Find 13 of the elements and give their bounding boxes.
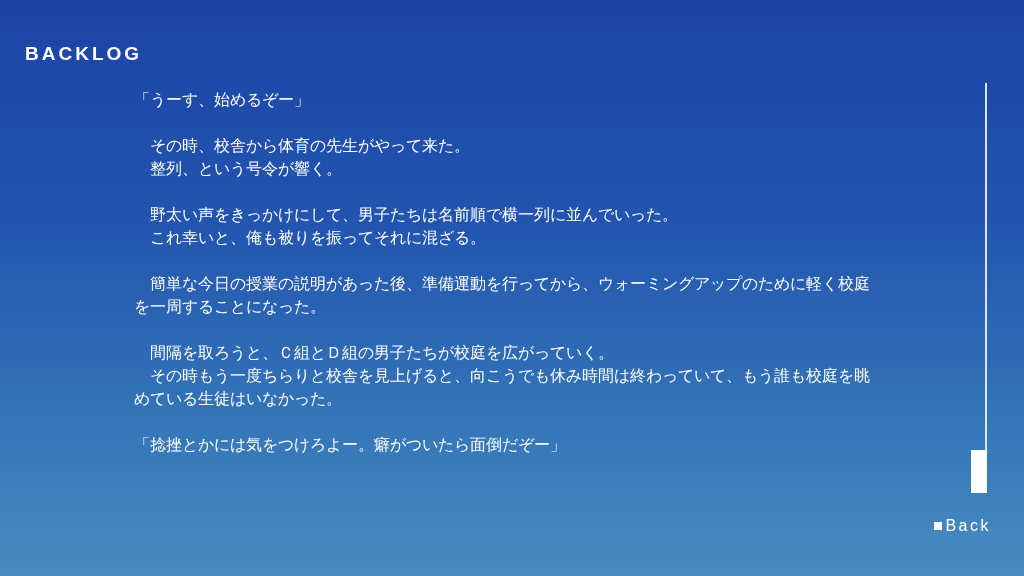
backlog-text: 間隔を取ろうと、Ｃ組とＤ組の男子たちが校庭を広がっていく。 [149,342,615,364]
backlog-text: これ幸いと、俺も被りを振ってそれに混ざる。 [149,227,487,249]
backlog-text: 野太い声をきっかけにして、男子たちは名前順で横一列に並んでいった。 [149,204,679,226]
backlog-text: その時もう一度ちらりと校舎を見上げると、向こうでも休み時間は終わっていて、もう誰も校庭を眺めている生徒はいなかった。 [134,365,871,410]
backlog-text: 整列、という号令が響く。 [149,158,343,180]
backlog-text: 「うーす、始めるぞー」 [134,89,311,111]
backlog-text: その時、校舎から体育の先生がやって来た。 [149,135,471,157]
square-icon [934,522,943,530]
backlog-text: 簡単な今日の授業の説明があった後、準備運動を行ってから、ウォーミングアップのために軽く校庭を一周することになった。 [134,273,871,318]
back-button[interactable]: Back [934,515,991,537]
backlog-text: 「捻挫とかには気をつけろよー。癖がついたら面倒だぞー」 [134,434,567,456]
screen-title: BACKLOG [25,42,143,66]
scrollbar-thumb[interactable] [971,450,987,493]
